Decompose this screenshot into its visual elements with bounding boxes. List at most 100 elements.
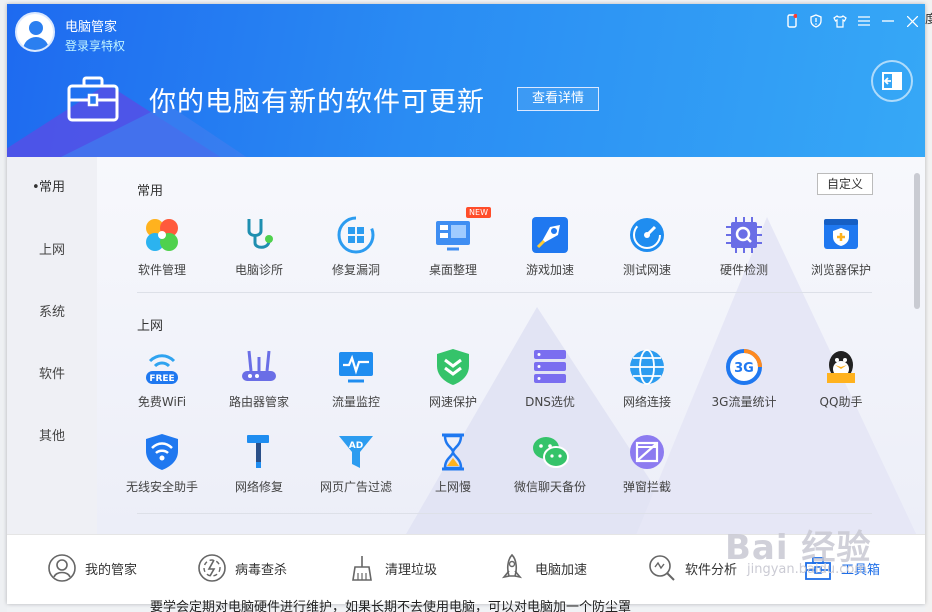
tool-3g-traffic-stats[interactable]: 3G 3G流量统计 <box>699 347 789 410</box>
tool-traffic-monitor[interactable]: 流量监控 <box>311 347 401 410</box>
avatar[interactable] <box>15 12 55 52</box>
section-title-common: 常用 <box>137 184 164 199</box>
stethoscope-icon <box>239 215 279 255</box>
virus-scan-icon <box>198 554 226 582</box>
3g-icon: 3G <box>724 347 764 387</box>
traffic-monitor-icon <box>336 347 376 387</box>
tool-software-manager[interactable]: 软件管理 <box>117 215 207 278</box>
tool-ad-filter[interactable]: AD 网页广告过滤 <box>311 432 401 495</box>
tool-label: 电脑诊所 <box>234 263 283 277</box>
tool-router-manager[interactable]: 路由器管家 <box>214 347 304 410</box>
svg-text:FREE: FREE <box>149 374 174 384</box>
nav-label: 清理垃圾 <box>385 562 438 578</box>
shield-icon[interactable] <box>809 14 823 28</box>
section-title-internet: 上网 <box>137 319 164 334</box>
nav-virus-scan[interactable]: 病毒查杀 <box>197 553 287 583</box>
svg-text:3G: 3G <box>734 361 754 376</box>
tool-label: 弹窗拦截 <box>622 480 671 494</box>
sidebar-item-system[interactable]: 系统 <box>7 293 97 333</box>
tool-label: 网络连接 <box>622 395 671 409</box>
tools-panel: 常用 上网 系统 软件 其他 常用 自定义 软件管理 <box>7 157 925 534</box>
tool-label: 3G流量统计 <box>711 395 777 409</box>
tool-game-boost[interactable]: 游戏加速 <box>505 215 595 278</box>
pc-manager-window: 电脑管家 登录享特权 你的电脑有新的软件可更新 查看详情 • 常用 上网 系统 … <box>7 4 925 604</box>
tool-pc-clinic[interactable]: 电脑诊所 <box>214 215 304 278</box>
tool-label: 网速保护 <box>428 395 477 409</box>
tool-label: 微信聊天备份 <box>513 480 586 494</box>
globe-icon <box>627 347 667 387</box>
nav-software-analysis[interactable]: 软件分析 <box>647 553 737 583</box>
tool-hardware-check[interactable]: 硬件检测 <box>699 215 789 278</box>
title-bar-controls <box>785 14 919 28</box>
minimize-icon[interactable] <box>881 14 895 28</box>
hourglass-icon <box>433 432 473 472</box>
view-details-button[interactable]: 查看详情 <box>517 87 599 111</box>
tool-browser-protection[interactable]: 浏览器保护 <box>796 215 886 278</box>
login-link[interactable]: 登录享特权 <box>65 37 125 54</box>
close-icon[interactable] <box>905 14 919 28</box>
new-badge: NEW <box>466 207 491 218</box>
tool-wireless-security[interactable]: 无线安全助手 <box>117 432 207 495</box>
tool-label: 测试网速 <box>622 263 671 277</box>
nav-cleanup[interactable]: 清理垃圾 <box>347 553 437 583</box>
tool-wechat-backup[interactable]: 微信聊天备份 <box>505 432 595 495</box>
hammer-icon <box>239 432 279 472</box>
free-wifi-icon: FREE <box>142 347 182 387</box>
tool-label: 游戏加速 <box>525 263 574 277</box>
router-icon <box>239 347 279 387</box>
exit-toolbox-button[interactable] <box>871 60 913 102</box>
tool-label: 网络修复 <box>234 480 283 494</box>
tool-network-repair[interactable]: 网络修复 <box>214 432 304 495</box>
tool-qq-assistant[interactable]: QQ助手 <box>796 347 886 410</box>
tool-fix-vulnerabilities[interactable]: 修复漏洞 <box>311 215 401 278</box>
tool-label: 无线安全助手 <box>125 480 198 494</box>
browser-shield-icon <box>821 215 861 255</box>
desktop-icon: NEW <box>433 207 491 255</box>
wifi-shield-icon <box>142 432 182 472</box>
tool-slow-internet[interactable]: 上网慢 <box>408 432 498 495</box>
sidebar-item-internet[interactable]: 上网 <box>7 231 97 271</box>
chip-icon <box>724 215 764 255</box>
tool-desktop-organizer[interactable]: NEW 桌面整理 <box>408 207 498 278</box>
game-boost-icon <box>530 215 570 255</box>
butler-icon <box>48 554 76 582</box>
nav-label: 电脑加速 <box>535 562 588 578</box>
nav-pc-boost[interactable]: 电脑加速 <box>497 553 587 583</box>
sidebar-item-software[interactable]: 软件 <box>7 355 97 395</box>
tool-label: 流量监控 <box>331 395 380 409</box>
tool-free-wifi[interactable]: FREE 免费WiFi <box>117 347 207 410</box>
tool-popup-block[interactable]: 弹窗拦截 <box>602 432 692 495</box>
speed-shield-icon <box>433 347 473 387</box>
tool-label: 网页广告过滤 <box>319 480 392 494</box>
phone-icon[interactable] <box>785 14 799 28</box>
category-sidebar: 常用 上网 系统 软件 其他 <box>7 157 97 534</box>
menu-icon[interactable] <box>857 14 871 28</box>
tool-label: 硬件检测 <box>719 263 768 277</box>
tool-network-connection[interactable]: 网络连接 <box>602 347 692 410</box>
skin-icon[interactable] <box>833 14 847 28</box>
tool-dns-optimize[interactable]: DNS选优 <box>505 347 595 410</box>
popup-block-icon <box>627 432 667 472</box>
clover-icon <box>142 215 182 255</box>
watermark-url: jingyan.baidu.com <box>747 562 867 577</box>
wechat-icon <box>530 432 570 472</box>
toolbox-icon <box>67 76 119 122</box>
tool-speed-test[interactable]: 测试网速 <box>602 215 692 278</box>
customize-button[interactable]: 自定义 <box>817 173 873 195</box>
tool-label: 软件管理 <box>137 263 186 277</box>
cleanup-icon <box>352 556 372 581</box>
page-fragment-text: 要学会定期对电脑硬件进行维护，如果长期不去使用电脑，可以对电脑加一个防尘罩 <box>150 600 632 612</box>
tool-label: 桌面整理 <box>428 263 477 277</box>
tool-label: DNS选优 <box>525 395 575 409</box>
scrollbar[interactable] <box>914 173 920 309</box>
nav-my-butler[interactable]: 我的管家 <box>47 553 137 583</box>
tool-speed-protection[interactable]: 网速保护 <box>408 347 498 410</box>
section-divider <box>137 292 872 293</box>
sidebar-item-other[interactable]: 其他 <box>7 417 97 457</box>
speedometer-icon <box>627 215 667 255</box>
header-banner: 电脑管家 登录享特权 你的电脑有新的软件可更新 查看详情 <box>7 4 925 157</box>
ad-filter-icon: AD <box>336 432 376 472</box>
sidebar-item-common[interactable]: 常用 <box>7 168 97 208</box>
nav-label: 我的管家 <box>85 562 138 578</box>
tool-label: 路由器管家 <box>228 395 289 409</box>
